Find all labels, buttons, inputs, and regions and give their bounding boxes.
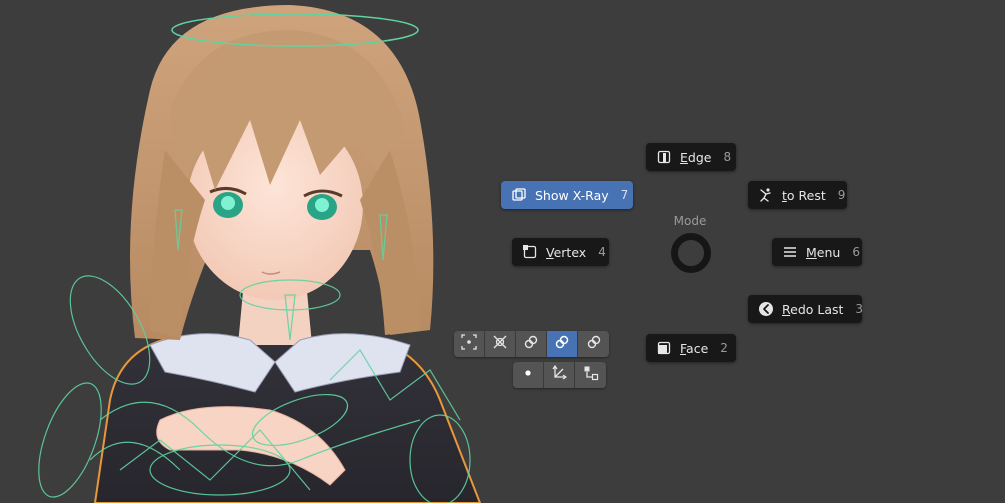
vertex-select-button[interactable]: Vertex 4 — [512, 238, 609, 266]
parent-hierarchy-icon — [583, 365, 599, 385]
dot-icon — [520, 365, 536, 385]
parent-hierarchy-button[interactable] — [575, 362, 606, 388]
shortcut-key: 8 — [723, 150, 732, 164]
pose-to-rest-button[interactable]: to Rest 9 — [748, 181, 847, 209]
shortcut-key: 4 — [598, 245, 606, 259]
snap-center-button[interactable] — [485, 331, 516, 357]
unlink-icon — [586, 334, 602, 354]
unlink-button[interactable] — [578, 331, 609, 357]
pose-rest-icon — [758, 187, 774, 203]
snap-bounding-button[interactable] — [454, 331, 485, 357]
pie-menu-center-ring — [671, 233, 711, 273]
shortcut-key: 2 — [720, 341, 728, 355]
link-button[interactable] — [516, 331, 547, 357]
snap-bounding-icon — [461, 334, 477, 354]
snapping-toolbar — [454, 331, 609, 357]
face-select-icon — [656, 340, 672, 356]
pivot-toolbar — [513, 362, 606, 388]
menu-button[interactable]: Menu 6 — [772, 238, 862, 266]
hamburger-menu-icon — [782, 244, 798, 260]
dot-button[interactable] — [513, 362, 544, 388]
shortcut-key: 9 — [837, 188, 846, 202]
shortcut-key: 6 — [852, 245, 860, 259]
link-active-icon — [554, 334, 570, 354]
link-active-button[interactable] — [547, 331, 578, 357]
shortcut-key: 3 — [855, 302, 864, 316]
redo-icon — [758, 301, 774, 317]
transform-axes-button[interactable] — [544, 362, 575, 388]
edge-select-button[interactable]: Edge 8 — [646, 143, 736, 171]
redo-last-button[interactable]: Redo Last 3 — [748, 295, 864, 323]
3d-viewport[interactable]: Mode Edge 8 Show X-Ray 7 to Rest 9 Verte… — [0, 0, 1005, 503]
shortcut-key: 7 — [620, 188, 629, 202]
transform-axes-icon — [551, 364, 568, 385]
snap-center-icon — [492, 334, 508, 354]
xray-icon — [511, 187, 527, 203]
face-select-button[interactable]: Face 2 — [646, 334, 736, 362]
link-icon — [523, 334, 539, 354]
edge-select-icon — [656, 149, 672, 165]
vertex-select-icon — [522, 244, 538, 260]
show-xray-button[interactable]: Show X-Ray 7 — [501, 181, 633, 209]
pie-menu-title: Mode — [673, 214, 707, 228]
